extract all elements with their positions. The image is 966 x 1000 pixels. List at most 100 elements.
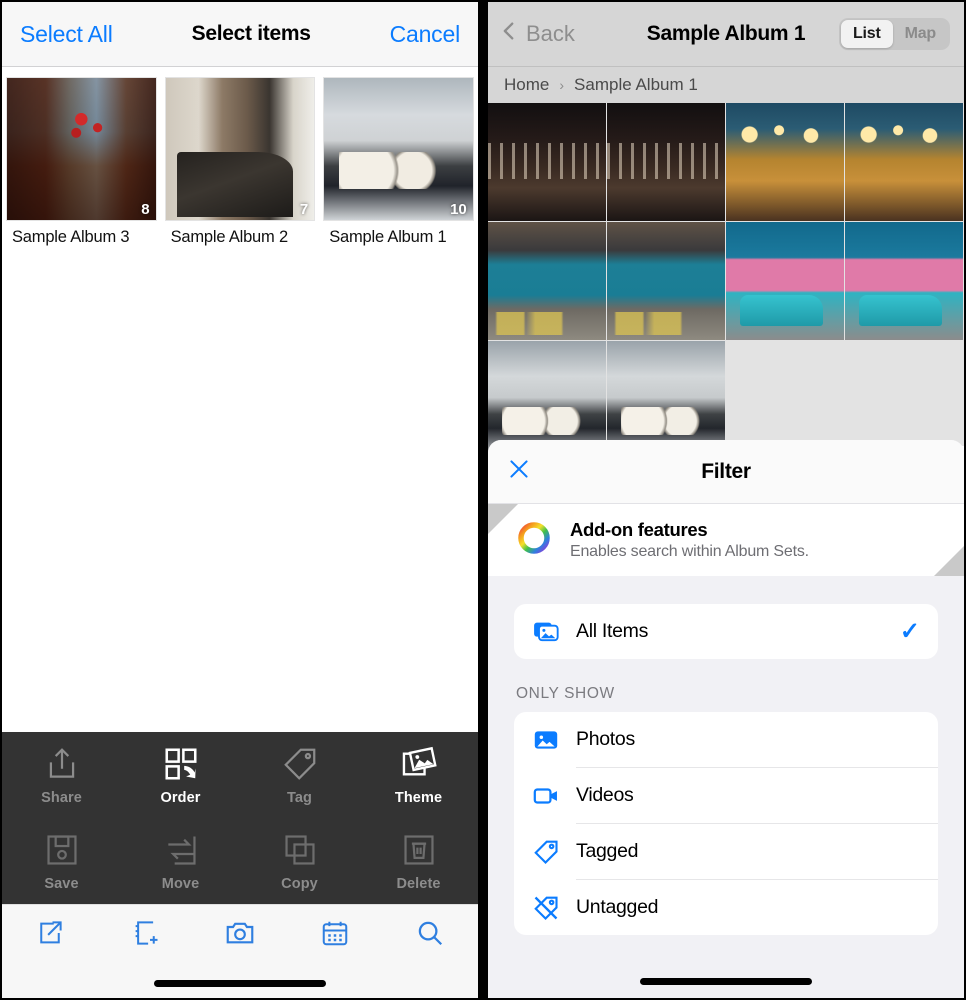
photo-cell[interactable] (488, 103, 607, 222)
theme-action-label: Theme (394, 789, 443, 806)
album-thumbnail[interactable]: 10 (323, 77, 474, 221)
calendar-icon (320, 918, 350, 953)
segment-list[interactable]: List (840, 20, 893, 48)
photo-cell[interactable] (607, 103, 726, 222)
new-album-icon (130, 918, 160, 953)
only-show-section-label: ONLY SHOW (516, 685, 615, 702)
save-action-label: Save (44, 875, 79, 892)
album-title: Sample Album 3 (12, 228, 130, 246)
filter-sheet: Filter Add-on features Enables search wi… (488, 440, 964, 998)
photo-cell[interactable] (726, 103, 845, 222)
tag-icon (532, 838, 576, 866)
filter-option-photos[interactable]: Photos (514, 712, 938, 767)
photo-cell[interactable] (726, 222, 845, 341)
tag-icon (281, 745, 319, 783)
album-list: 8 Sample Album 3 7 Sample Album 2 10 Sam… (2, 67, 478, 247)
cancel-button[interactable]: Cancel (390, 21, 461, 48)
list-map-segmented-control[interactable]: List Map (838, 18, 950, 50)
video-icon (532, 782, 576, 810)
move-action-label: Move (161, 875, 200, 892)
delete-icon (400, 831, 438, 869)
save-action-button[interactable]: Save (2, 818, 121, 904)
album-thumbnail[interactable]: 8 (6, 77, 157, 221)
search-tab[interactable] (383, 918, 478, 953)
order-action-label: Order (160, 789, 201, 806)
photo-cell[interactable] (845, 103, 964, 222)
only-show-card: Photos Videos Tagged Untagged (514, 712, 938, 935)
album-page-title: Sample Album 1 (646, 22, 806, 45)
album-thumbnail-image (165, 78, 315, 220)
home-indicator (154, 980, 326, 987)
order-action-button[interactable]: Order (121, 732, 240, 818)
album-title: Sample Album 1 (329, 228, 447, 246)
filter-option-untagged[interactable]: Untagged (514, 880, 938, 935)
back-label: Back (526, 21, 575, 46)
addon-title: Add-on features (570, 519, 708, 540)
move-icon (162, 831, 200, 869)
album-item-count: 10 (450, 201, 467, 218)
share-icon (43, 745, 81, 783)
addon-subtitle: Enables search within Album Sets. (570, 543, 809, 560)
tag-action-button[interactable]: Tag (240, 732, 359, 818)
save-icon (43, 831, 81, 869)
new-album-tab[interactable] (97, 918, 192, 953)
copy-action-label: Copy (281, 875, 318, 892)
left-phone-panel: Select All Select items Cancel 8 Sample … (2, 2, 478, 998)
album-item-count: 8 (141, 201, 150, 218)
back-button[interactable]: Back (498, 18, 575, 50)
album-card[interactable]: 8 Sample Album 3 (2, 73, 161, 247)
home-indicator (640, 978, 812, 985)
album-thumbnail-image (324, 78, 473, 220)
camera-icon (224, 917, 256, 954)
screenshot-root: Select All Select items Cancel 8 Sample … (0, 0, 966, 1000)
addon-features-banner[interactable]: Add-on features Enables search within Al… (488, 504, 964, 576)
album-card[interactable]: 7 Sample Album 2 (161, 73, 320, 247)
filter-sheet-header: Filter (488, 440, 964, 504)
untagged-icon (532, 894, 576, 922)
delete-action-label: Delete (396, 875, 441, 892)
right-phone-panel: Back Sample Album 1 List Map Home › Samp… (488, 2, 964, 998)
theme-action-button[interactable]: Theme (359, 732, 478, 818)
album-item-count: 7 (299, 201, 309, 218)
all-items-label: All Items (576, 620, 649, 642)
photo-cell[interactable] (845, 222, 964, 341)
copy-icon (281, 831, 319, 869)
filter-option-videos[interactable]: Videos (514, 768, 938, 823)
album-title: Sample Album 2 (170, 228, 289, 246)
calendar-tab[interactable] (288, 918, 383, 953)
videos-label: Videos (576, 784, 634, 806)
move-action-button[interactable]: Move (121, 818, 240, 904)
photo-grid (488, 103, 964, 459)
search-icon (415, 918, 445, 953)
share-export-tab[interactable] (2, 918, 97, 953)
camera-tab[interactable] (192, 917, 287, 954)
select-all-button[interactable]: Select All (20, 21, 113, 48)
bottom-tabbar (2, 904, 478, 998)
breadcrumb-current: Sample Album 1 (574, 75, 698, 94)
theme-icon (400, 745, 438, 783)
all-items-card: All Items ✓ (514, 604, 938, 659)
checkmark-icon: ✓ (899, 618, 920, 645)
order-icon (162, 745, 200, 783)
photo-icon (532, 726, 576, 754)
album-thumbnail[interactable]: 7 (164, 77, 316, 221)
photo-cell[interactable] (488, 222, 607, 341)
breadcrumb-home[interactable]: Home (504, 75, 549, 95)
tagged-label: Tagged (576, 840, 639, 862)
close-icon[interactable] (506, 456, 532, 487)
copy-action-button[interactable]: Copy (240, 818, 359, 904)
bulk-action-row-1: Share Order Tag Theme (2, 732, 478, 818)
filter-option-all-items[interactable]: All Items ✓ (514, 604, 938, 659)
album-navbar: Back Sample Album 1 List Map (488, 2, 964, 67)
filter-option-tagged[interactable]: Tagged (514, 824, 938, 879)
page-title: Select items (191, 22, 311, 45)
delete-action-button[interactable]: Delete (359, 818, 478, 904)
photos-label: Photos (576, 728, 635, 750)
album-thumbnail-image (7, 78, 156, 220)
share-action-button[interactable]: Share (2, 732, 121, 818)
untagged-label: Untagged (576, 896, 659, 918)
share-export-icon (35, 918, 65, 953)
photo-cell[interactable] (607, 222, 726, 341)
segment-map[interactable]: Map (893, 20, 948, 48)
album-card[interactable]: 10 Sample Album 1 (319, 73, 478, 247)
